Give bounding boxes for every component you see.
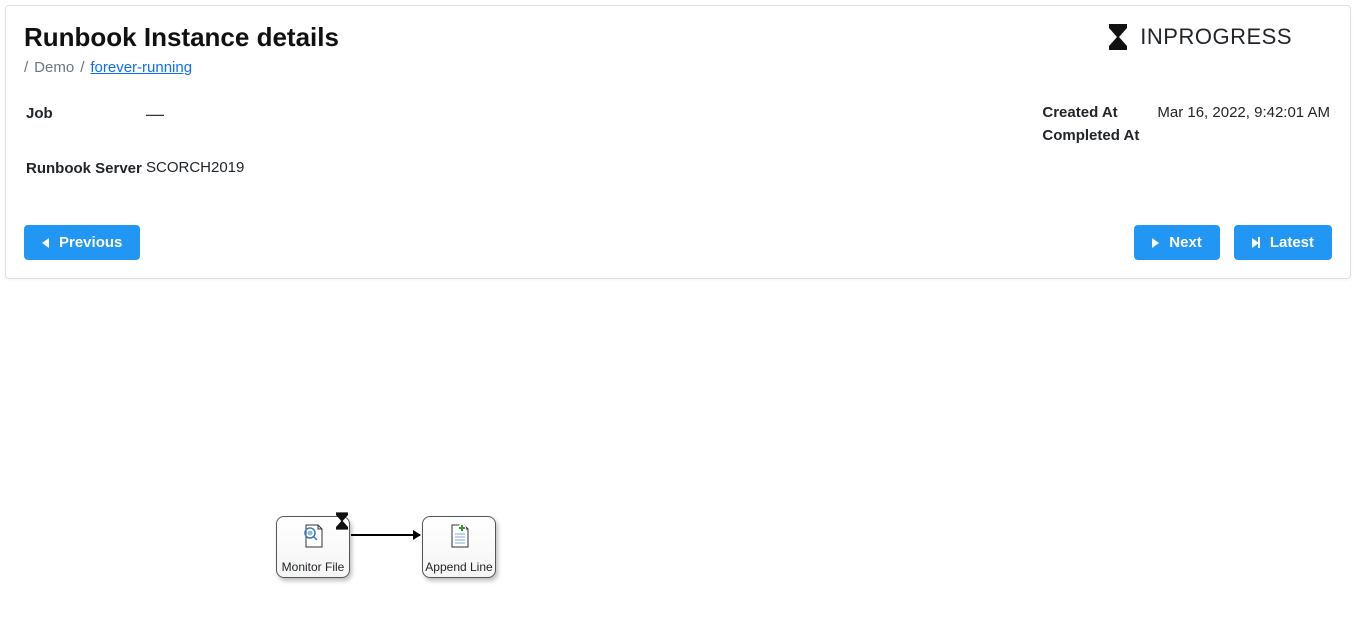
breadcrumb-parent[interactable]: Demo — [34, 59, 74, 76]
completed-label: Completed At — [1042, 127, 1157, 144]
created-label: Created At — [1042, 104, 1157, 121]
next-button[interactable]: Next — [1134, 225, 1220, 260]
node-status-hourglass-icon — [333, 511, 351, 531]
triangle-left-icon — [42, 238, 49, 248]
triangle-right-icon — [1152, 238, 1159, 248]
breadcrumb: / Demo / forever-running — [24, 59, 339, 76]
server-label: Runbook Server — [26, 159, 146, 179]
hourglass-icon — [1106, 22, 1130, 52]
monitor-file-icon — [298, 521, 328, 551]
breadcrumb-current[interactable]: forever-running — [90, 59, 192, 76]
job-label: Job — [26, 104, 146, 124]
page-title: Runbook Instance details — [24, 22, 339, 53]
previous-button[interactable]: Previous — [24, 225, 140, 260]
latest-button[interactable]: Latest — [1234, 225, 1332, 260]
workflow-canvas: Monitor File Append Line — [0, 284, 1356, 604]
server-value: SCORCH2019 — [146, 159, 244, 176]
job-value: — — [146, 104, 164, 125]
workflow-node-append-line[interactable]: Append Line — [422, 516, 496, 578]
workflow-connector — [351, 534, 420, 536]
created-value: Mar 16, 2022, 9:42:01 AM — [1157, 104, 1330, 121]
status-label: INPROGRESS — [1140, 24, 1292, 50]
append-line-icon — [444, 521, 474, 551]
skip-forward-icon — [1252, 237, 1260, 248]
details-panel: Runbook Instance details / Demo / foreve… — [5, 5, 1351, 279]
